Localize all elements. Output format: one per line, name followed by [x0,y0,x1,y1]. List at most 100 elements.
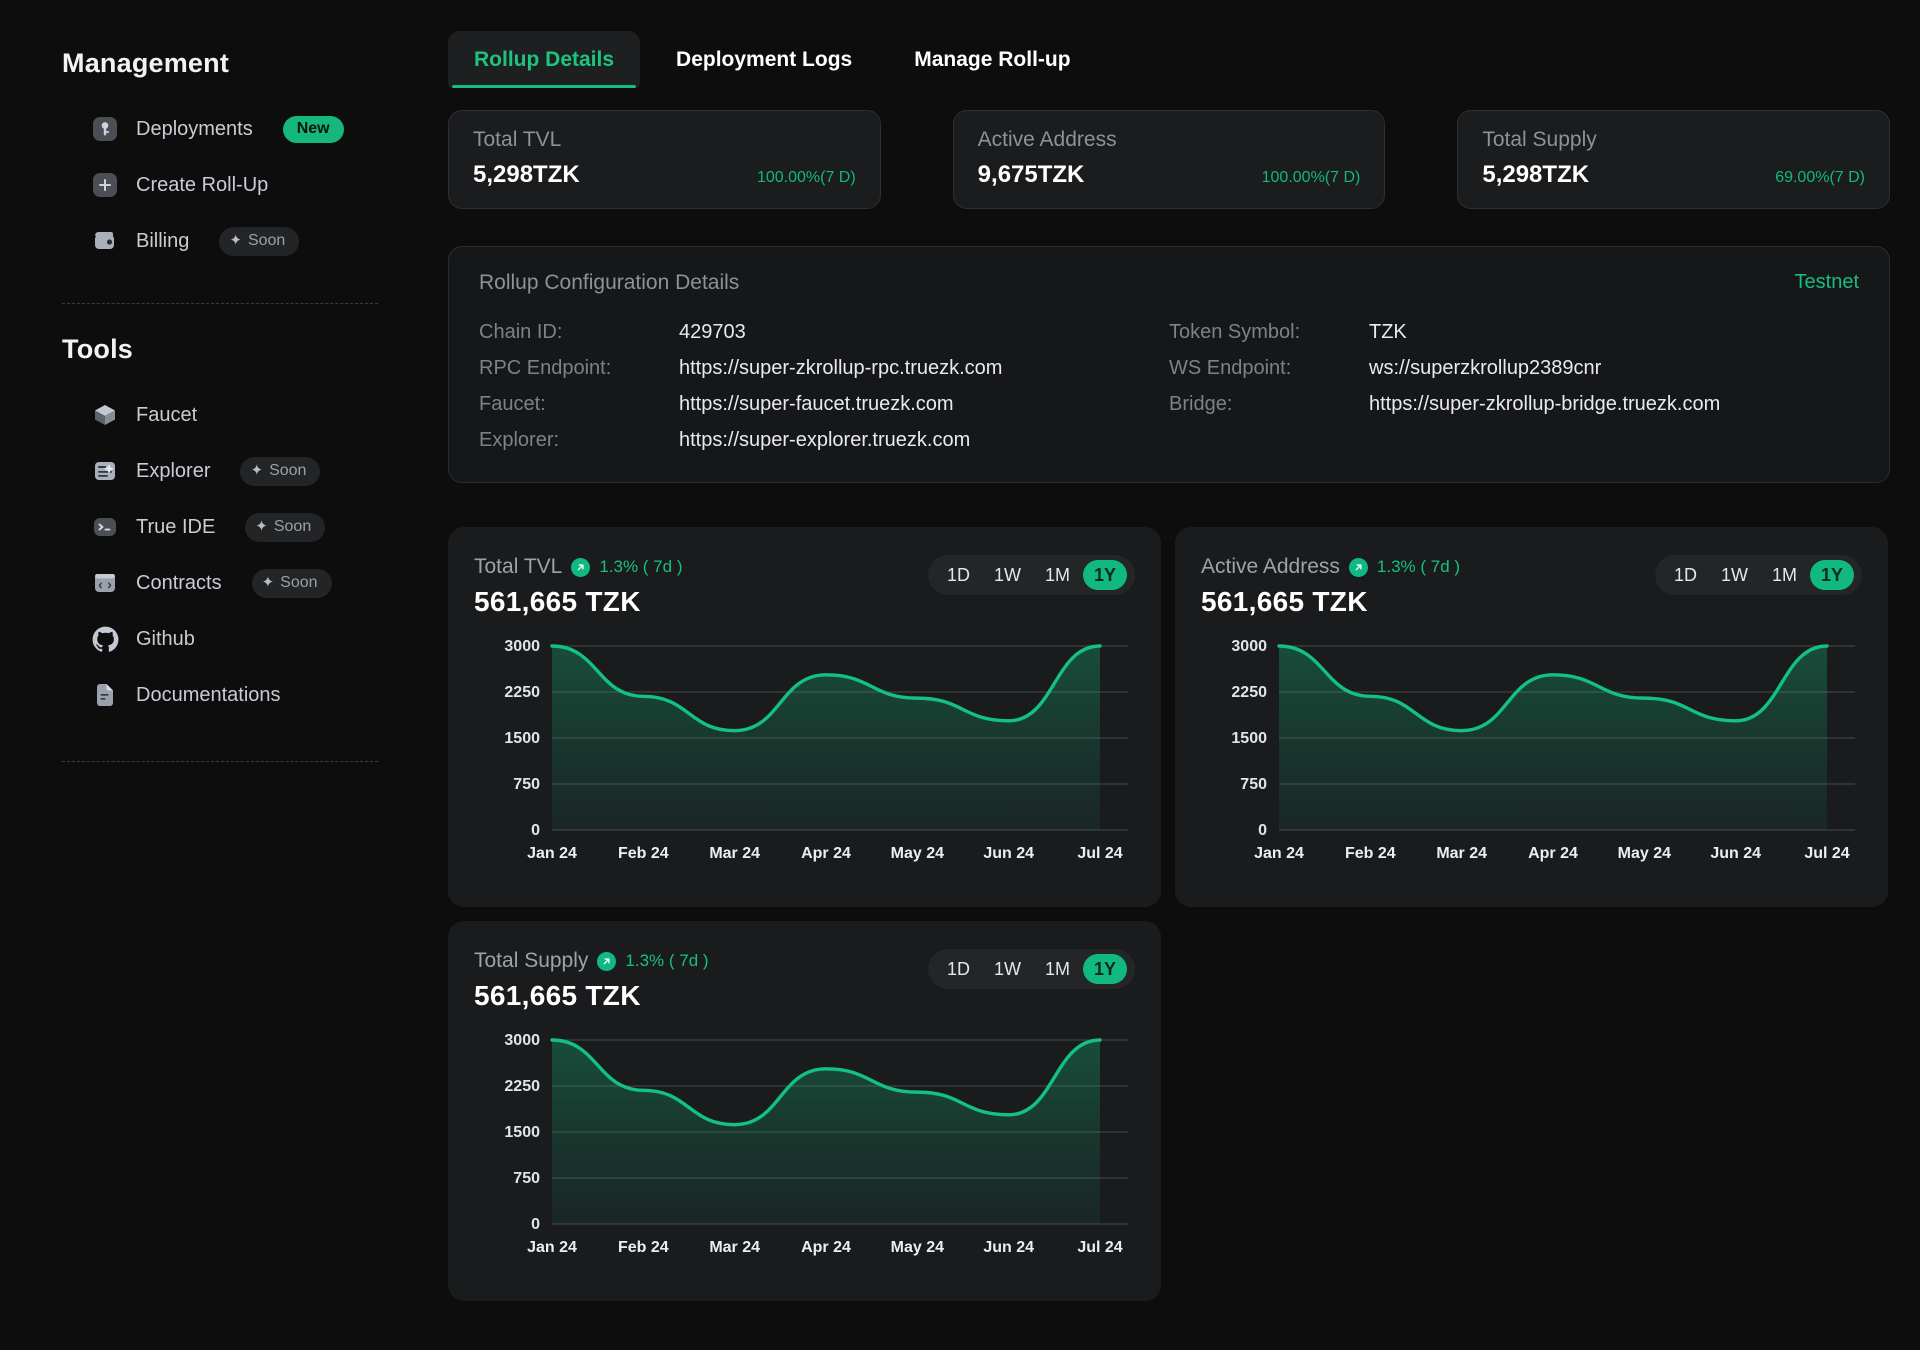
sidebar-heading-tools: Tools [62,334,133,364]
config-key: Bridge: [1169,393,1233,415]
stat-cards-row: Total TVL 5,298TZK 100.00%(7 D) Active A… [440,110,1891,209]
svg-text:Jun 24: Jun 24 [983,1239,1034,1256]
sidebar-tools-list: Faucet Explorer ✦ Soon True IDE ✦ Soon C… [0,387,440,723]
charts-grid: Total TVL 1.3% ( 7d ) 561,665 TZK 1D 1W … [448,527,1890,1301]
sidebar-divider-bottom [62,761,378,762]
tab-deployment-logs[interactable]: Deployment Logs [650,31,878,88]
config-row-explorer: Explorer: https://super-explorer.truezk.… [479,429,1169,452]
range-selector[interactable]: 1D 1W 1M 1Y [1654,555,1862,595]
stat-card-total-supply: Total Supply 5,298TZK 69.00%(7 D) [1457,110,1891,209]
badge-soon-label: Soon [280,573,318,591]
chart-delta: 1.3% ( 7d ) [625,951,709,970]
stat-card-change: 100.00%(7 D) [756,169,856,186]
plus-square-icon [90,170,120,200]
sidebar-item-label: Contracts [136,571,222,594]
main-content: Rollup Details Deployment Logs Manage Ro… [440,0,1920,1350]
sidebar-item-create-rollup[interactable]: Create Roll-Up [0,157,440,213]
terminal-icon [90,512,120,542]
range-1m[interactable]: 1M [1034,954,1081,984]
sidebar-item-explorer[interactable]: Explorer ✦ Soon [0,443,440,499]
tab-rollup-details[interactable]: Rollup Details [448,31,641,88]
config-key: RPC Endpoint: [479,357,612,379]
range-1w[interactable]: 1W [983,560,1032,590]
chart-title: Total TVL [474,555,563,578]
range-selector[interactable]: 1D 1W 1M 1Y [927,555,1135,595]
svg-text:May 24: May 24 [1618,845,1671,862]
range-1d[interactable]: 1D [1663,560,1708,590]
svg-text:Jul 24: Jul 24 [1077,1239,1122,1256]
chart-plot-total-supply: 0 750 1500 2250 3000 Jan 24 Feb 24 Mar 24 Apr 24… [474,1026,1135,1264]
chart-card-total-supply: Total Supply 1.3% ( 7d ) 561,665 TZK 1D … [448,921,1161,1301]
range-1d[interactable]: 1D [936,954,981,984]
chart-value: 561,665 TZK [474,980,641,1011]
range-1w[interactable]: 1W [983,954,1032,984]
sidebar-heading-management: Management [62,48,230,78]
svg-text:Jul 24: Jul 24 [1804,845,1849,862]
svg-text:May 24: May 24 [891,1239,944,1256]
svg-text:Apr 24: Apr 24 [801,845,851,862]
github-icon [90,624,120,654]
badge-soon: ✦ Soon [240,456,321,486]
config-column-left: Chain ID: 429703 RPC Endpoint: https://s… [479,321,1169,452]
config-row-bridge: Bridge: https://super-zkrollup-bridge.tr… [1169,393,1859,416]
stat-card-change: 100.00%(7 D) [1261,169,1361,186]
chart-plot-active-address: 0 750 1500 2250 3000 Jan 24 Feb 24 Mar 24 Apr 24… [1201,632,1862,870]
sidebar-item-contracts[interactable]: Contracts ✦ Soon [0,555,440,611]
svg-text:Jun 24: Jun 24 [983,845,1034,862]
svg-text:750: 750 [513,776,540,793]
sidebar-management-list: Deployments New Create Roll-Up Billing ✦… [0,101,440,269]
stat-card-value: 9,675TZK [977,161,1085,188]
sidebar-item-documentations[interactable]: Documentations [0,667,440,723]
svg-text:2250: 2250 [504,684,540,701]
range-selector[interactable]: 1D 1W 1M 1Y [927,949,1135,989]
range-1y[interactable]: 1Y [1082,560,1127,590]
range-1y[interactable]: 1Y [1082,954,1127,984]
range-1y[interactable]: 1Y [1809,560,1854,590]
stat-card-active-address: Active Address 9,675TZK 100.00%(7 D) [952,110,1386,209]
sidebar-item-billing[interactable]: Billing ✦ Soon [0,213,440,269]
svg-text:Jun 24: Jun 24 [1710,845,1761,862]
sidebar-item-label: Create Roll-Up [136,173,269,196]
svg-text:Mar 24: Mar 24 [709,1239,760,1256]
chart-value: 561,665 TZK [474,586,641,617]
key-icon [90,114,120,144]
sidebar-divider-top [62,303,378,304]
svg-text:Jan 24: Jan 24 [527,1239,577,1256]
config-row-ws-endpoint: WS Endpoint: ws://superzkrollup2389cnr [1169,357,1859,380]
chart-delta: 1.3% ( 7d ) [599,557,683,576]
range-1m[interactable]: 1M [1034,560,1081,590]
sidebar-item-github[interactable]: Github [0,611,440,667]
config-value: https://super-zkrollup-rpc.truezk.com [679,357,1003,379]
sidebar-item-label: Explorer [136,459,211,482]
chart-card-total-tvl: Total TVL 1.3% ( 7d ) 561,665 TZK 1D 1W … [448,527,1161,907]
range-1w[interactable]: 1W [1710,560,1759,590]
chart-delta: 1.3% ( 7d ) [1376,557,1461,576]
svg-text:Mar 24: Mar 24 [709,845,760,862]
sidebar-item-faucet[interactable]: Faucet [0,387,440,443]
range-1m[interactable]: 1M [1761,560,1808,590]
sparkle-icon: ✦ [255,518,268,535]
svg-text:Apr 24: Apr 24 [801,1239,851,1256]
sidebar-item-true-ide[interactable]: True IDE ✦ Soon [0,499,440,555]
svg-text:Feb 24: Feb 24 [1345,845,1396,862]
trend-up-icon [597,951,617,971]
config-value: 429703 [679,321,746,343]
svg-text:0: 0 [1258,822,1267,839]
sidebar-item-label: True IDE [136,515,216,538]
config-value: ws://superzkrollup2389cnr [1369,357,1602,379]
svg-text:Jan 24: Jan 24 [527,845,577,862]
range-1d[interactable]: 1D [936,560,981,590]
badge-soon: ✦ Soon [245,512,326,542]
badge-new: New [282,115,344,143]
svg-text:0: 0 [531,822,540,839]
config-key: Token Symbol: [1169,321,1301,343]
rollup-configuration-panel: Rollup Configuration Details Testnet Cha… [448,246,1890,483]
stat-card-title: Active Address [977,128,1117,151]
sidebar-item-deployments[interactable]: Deployments New [0,101,440,157]
config-key: Explorer: [479,429,560,451]
sidebar: Management Deployments New Create Roll-U… [0,0,440,1350]
document-icon [90,680,120,710]
config-key: WS Endpoint: [1169,357,1292,379]
tab-manage-rollup[interactable]: Manage Roll-up [888,31,1096,88]
svg-text:3000: 3000 [1231,638,1267,655]
